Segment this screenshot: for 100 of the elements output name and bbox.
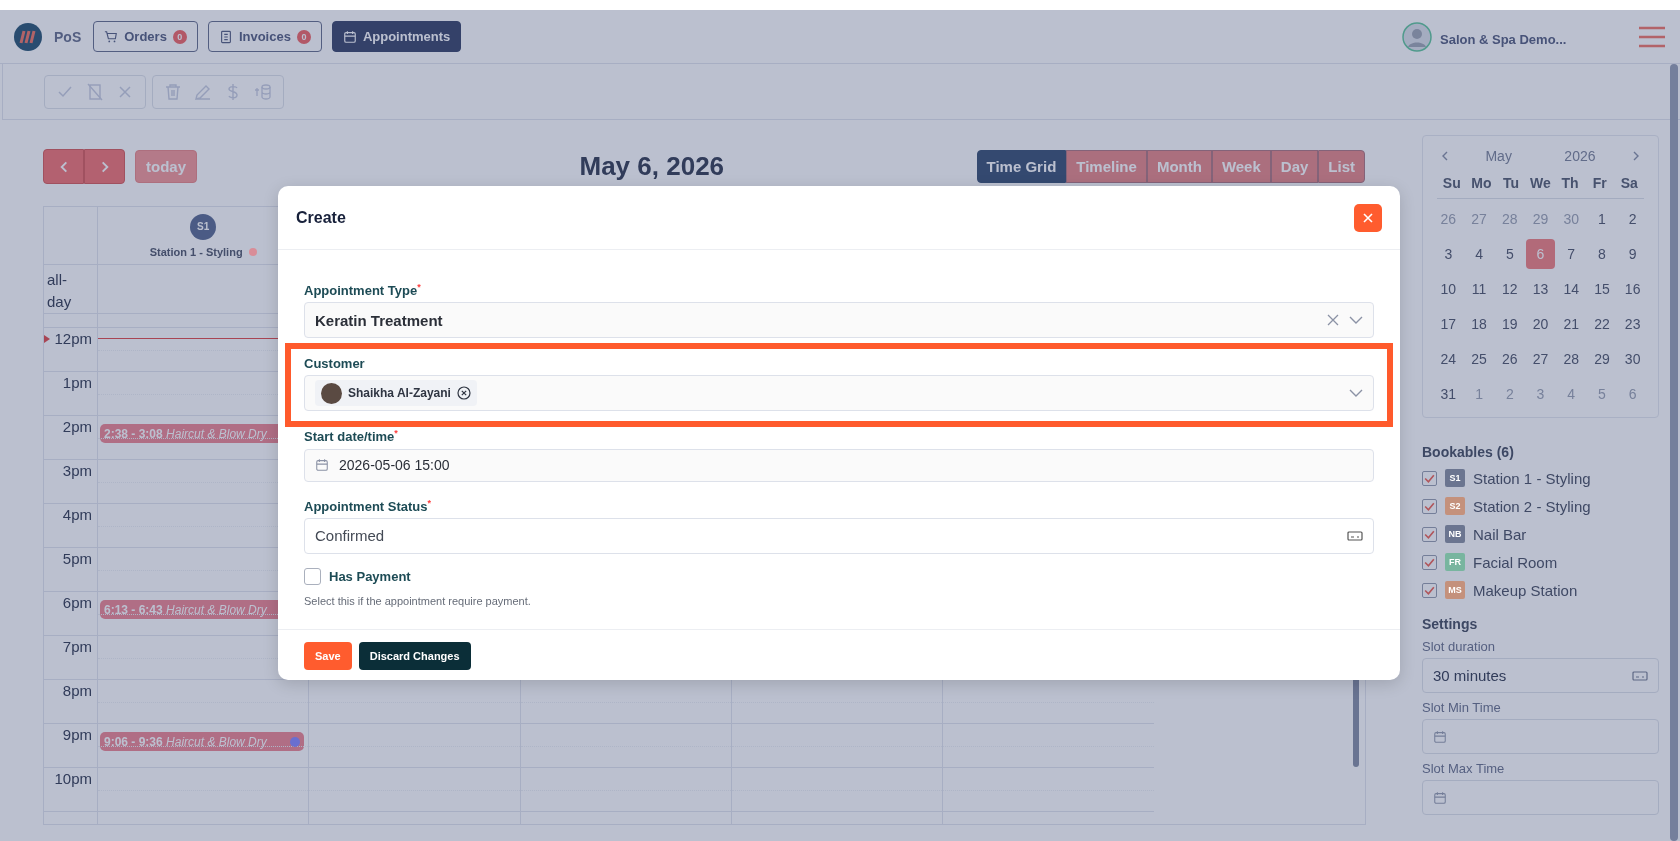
checkbox[interactable] <box>1422 554 1437 570</box>
event-text: 6:13 - 6:43 Haircut & Blow Dry <box>104 602 268 617</box>
time-label: 4pm <box>62 505 92 525</box>
calendar-title: May 6, 2026 <box>579 151 725 182</box>
calendar-day[interactable]: 11 <box>1464 273 1494 304</box>
menu-icon[interactable] <box>1638 25 1666 48</box>
field-label: Slot Max Time <box>1422 761 1506 776</box>
field-label: Appointment Type$^{*}$ <box>304 282 422 299</box>
cart-icon <box>104 29 119 44</box>
resource-tag: MS <box>1445 581 1465 599</box>
time-label: 6pm <box>62 593 92 613</box>
checkbox-label[interactable]: Has Payment <box>329 569 411 584</box>
calendar-day[interactable]: 21 <box>1556 308 1586 339</box>
month-label[interactable]: May <box>1485 148 1512 164</box>
event-text: 2:38 - 3:08 Haircut & Blow Dry <box>104 426 268 441</box>
checkbox[interactable] <box>304 568 321 585</box>
input-field[interactable] <box>1422 780 1659 815</box>
receipt-off-icon[interactable] <box>85 81 105 102</box>
calendar-day[interactable]: 20 <box>1526 308 1555 339</box>
discard-button[interactable]: Discard Changes <box>358 642 471 670</box>
remove-icon[interactable] <box>456 386 471 401</box>
bookable-label: Station 2 - Styling <box>1473 497 1591 515</box>
chevron-down-icon[interactable] <box>1349 389 1363 398</box>
event-text: 9:06 - 9:36 Haircut & Blow Dry <box>104 734 268 749</box>
year-label[interactable]: 2026 <box>1564 148 1596 164</box>
prev-button[interactable] <box>43 149 84 184</box>
section-title: Bookables (6) <box>1422 444 1515 460</box>
chevron-down-icon[interactable] <box>1349 316 1363 325</box>
select-field[interactable]: Keratin Treatment <box>304 302 1374 339</box>
next-button[interactable] <box>84 149 125 184</box>
scrollbar[interactable] <box>1670 64 1678 841</box>
customer-chip[interactable]: Shaikha Al-Zayani <box>315 380 477 407</box>
avatar-icon[interactable] <box>1402 21 1432 52</box>
nav-tab[interactable]: Orders 0 <box>93 21 198 52</box>
resource-name: Station 1 - Styling <box>149 245 243 258</box>
calendar-day[interactable]: 26 <box>1495 343 1525 374</box>
input-field[interactable]: 30 minutes <box>1422 658 1659 693</box>
calendar-day[interactable]: 7 <box>1556 238 1586 269</box>
field-label: Slot Min Time <box>1422 700 1502 715</box>
calendar-day[interactable]: 3 <box>1434 238 1463 269</box>
calendar-day[interactable]: 23 <box>1618 308 1647 339</box>
bookable-label: Nail Bar <box>1473 525 1527 543</box>
keyboard-icon <box>1347 531 1363 541</box>
calendar-day[interactable]: 28 <box>1556 343 1586 374</box>
calendar-day[interactable]: 9 <box>1618 238 1647 269</box>
keyboard-icon <box>1632 670 1648 681</box>
checkbox[interactable] <box>1422 498 1437 514</box>
customer-name: Shaikha Al-Zayani <box>348 386 451 401</box>
coins-icon[interactable] <box>253 81 273 102</box>
trash-icon[interactable] <box>163 81 183 102</box>
weekday-label: Tu <box>1501 175 1520 191</box>
bookable-label: Facial Room <box>1473 553 1558 571</box>
clear-icon[interactable] <box>1327 314 1339 327</box>
time-label: 5pm <box>62 549 92 569</box>
calendar-day[interactable]: 22 <box>1587 308 1617 339</box>
view-tab[interactable]: Time Grid <box>976 150 1067 183</box>
checkbox[interactable] <box>1422 582 1437 598</box>
calendar-day[interactable]: 1 <box>1587 203 1617 234</box>
nav-tab[interactable]: Appointments <box>331 21 462 52</box>
checkbox[interactable] <box>1422 470 1437 486</box>
time-label: 2pm <box>62 417 92 437</box>
calendar-day[interactable]: 8 <box>1587 238 1617 269</box>
calendar-day[interactable]: 2 <box>1618 203 1647 234</box>
checkbox[interactable] <box>1422 526 1437 542</box>
date-field[interactable]: 2026-05-06 15:00 <box>304 448 1374 482</box>
weekday-label: Fr <box>1591 175 1608 191</box>
calendar-day[interactable]: 17 <box>1434 308 1463 339</box>
count-badge: 0 <box>296 29 311 44</box>
calendar-day[interactable]: 29 <box>1587 343 1617 374</box>
bookable-label: Station 1 - Styling <box>1473 469 1591 487</box>
calendar-day[interactable]: 24 <box>1434 343 1463 374</box>
calendar-day[interactable]: 13 <box>1526 273 1555 304</box>
calendar-day[interactable]: 10 <box>1434 273 1463 304</box>
calendar-day[interactable]: 30 <box>1618 343 1647 374</box>
calendar-day[interactable]: 27 <box>1526 343 1555 374</box>
calendar-day[interactable]: 19 <box>1495 308 1525 339</box>
calendar-day[interactable]: 18 <box>1464 308 1494 339</box>
calendar-day[interactable]: 15 <box>1587 273 1617 304</box>
select-field[interactable]: Confirmed <box>304 518 1374 554</box>
close-button[interactable] <box>1354 203 1382 232</box>
field-label: Slot duration <box>1422 639 1496 654</box>
calendar-day[interactable]: 5 <box>1495 238 1525 269</box>
time-label: 9pm <box>62 725 92 745</box>
user-name[interactable]: Salon & Spa Demo... <box>1440 31 1610 47</box>
calendar-day[interactable]: 14 <box>1556 273 1586 304</box>
calendar-day[interactable]: 25 <box>1464 343 1494 374</box>
calendar-day[interactable]: 31 <box>1434 378 1463 409</box>
nav-tab[interactable]: Invoices 0 <box>207 21 322 52</box>
calendar-day[interactable]: 16 <box>1618 273 1647 304</box>
weekday-label: Sa <box>1619 175 1639 191</box>
resource-tag: S1 <box>1445 469 1465 487</box>
calendar-day[interactable]: 4 <box>1464 238 1494 269</box>
input-field[interactable] <box>1422 719 1659 754</box>
save-button[interactable]: Save <box>304 642 352 670</box>
calendar-day[interactable]: 12 <box>1495 273 1525 304</box>
resource-tag: FR <box>1445 553 1465 571</box>
logo-icon <box>14 22 42 51</box>
select-field[interactable]: Shaikha Al-Zayani <box>304 375 1374 412</box>
calendar-icon <box>342 29 357 44</box>
calendar-icon <box>315 458 329 473</box>
